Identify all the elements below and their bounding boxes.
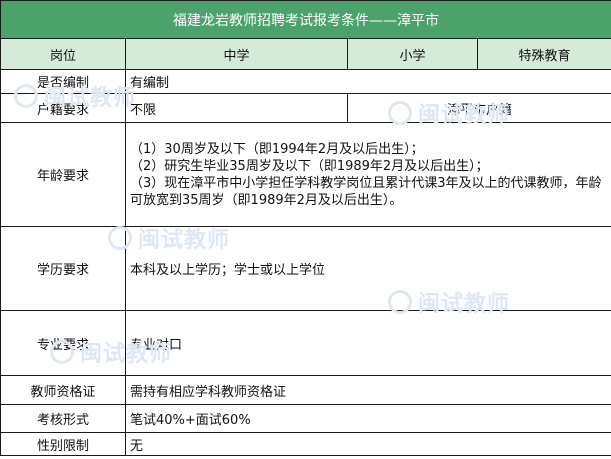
header-position: 岗位: [0, 38, 126, 70]
row-huji: 户籍要求 不限 漳平市户籍: [0, 93, 611, 123]
value-kaohe: 笔试40%+面试60%: [125, 404, 611, 433]
row-zige: 教师资格证 需持有相应学科教师资格证: [0, 375, 611, 405]
label-bianzhi: 是否编制: [0, 69, 126, 94]
label-xingbie: 性别限制: [0, 432, 126, 456]
row-nianling: 年龄要求 （1）30周岁及以下（即1994年2月及以后出生）； （2）研究生毕业…: [0, 122, 611, 227]
row-bianzhi: 是否编制 有编制: [0, 69, 611, 94]
age-line-2: （2）研究生毕业35周岁及以下（即1989年2月及以后出生）；: [130, 158, 489, 174]
label-zige: 教师资格证: [0, 375, 126, 405]
age-line-3: （3）现在漳平市中小学担任学科教学岗位且累计代课3年及以上的代课教师，年龄可放宽…: [130, 175, 602, 208]
row-kaohe: 考核形式 笔试40%+面试60%: [0, 404, 611, 433]
label-huji: 户籍要求: [0, 93, 126, 123]
value-zhuanye: 专业对口: [125, 310, 611, 376]
value-zige: 需持有相应学科教师资格证: [125, 375, 611, 405]
row-xingbie: 性别限制 无: [0, 432, 611, 456]
page: 福建龙岩教师招聘考试报考条件——漳平市 岗位 中学 小学 特殊教育 是否编制 有…: [0, 0, 611, 459]
title-row: 福建龙岩教师招聘考试报考条件——漳平市: [0, 0, 611, 39]
value-huji-primary-special: 漳平市户籍: [347, 93, 611, 123]
row-zhuanye: 专业要求 专业对口: [0, 310, 611, 376]
label-xueli: 学历要求: [0, 226, 126, 311]
label-kaohe: 考核形式: [0, 404, 126, 433]
label-zhuanye: 专业要求: [0, 310, 126, 376]
row-xueli: 学历要求 本科及以上学历；学士或以上学位: [0, 226, 611, 311]
header-middle-school: 中学: [125, 38, 348, 70]
label-nianling: 年龄要求: [0, 122, 126, 227]
header-special-education: 特殊教育: [477, 38, 611, 70]
age-line-1: （1）30周岁及以下（即1994年2月及以后出生）；: [130, 141, 424, 157]
table-title: 福建龙岩教师招聘考试报考条件——漳平市: [0, 0, 611, 39]
header-row: 岗位 中学 小学 特殊教育: [0, 38, 611, 70]
value-nianling: （1）30周岁及以下（即1994年2月及以后出生）； （2）研究生毕业35周岁及…: [125, 122, 611, 227]
header-primary-school: 小学: [347, 38, 478, 70]
value-huji-middle: 不限: [125, 93, 348, 123]
value-xueli: 本科及以上学历；学士或以上学位: [125, 226, 611, 311]
value-xingbie: 无: [125, 432, 611, 456]
value-bianzhi: 有编制: [125, 69, 611, 94]
conditions-table: 福建龙岩教师招聘考试报考条件——漳平市 岗位 中学 小学 特殊教育 是否编制 有…: [0, 0, 611, 456]
